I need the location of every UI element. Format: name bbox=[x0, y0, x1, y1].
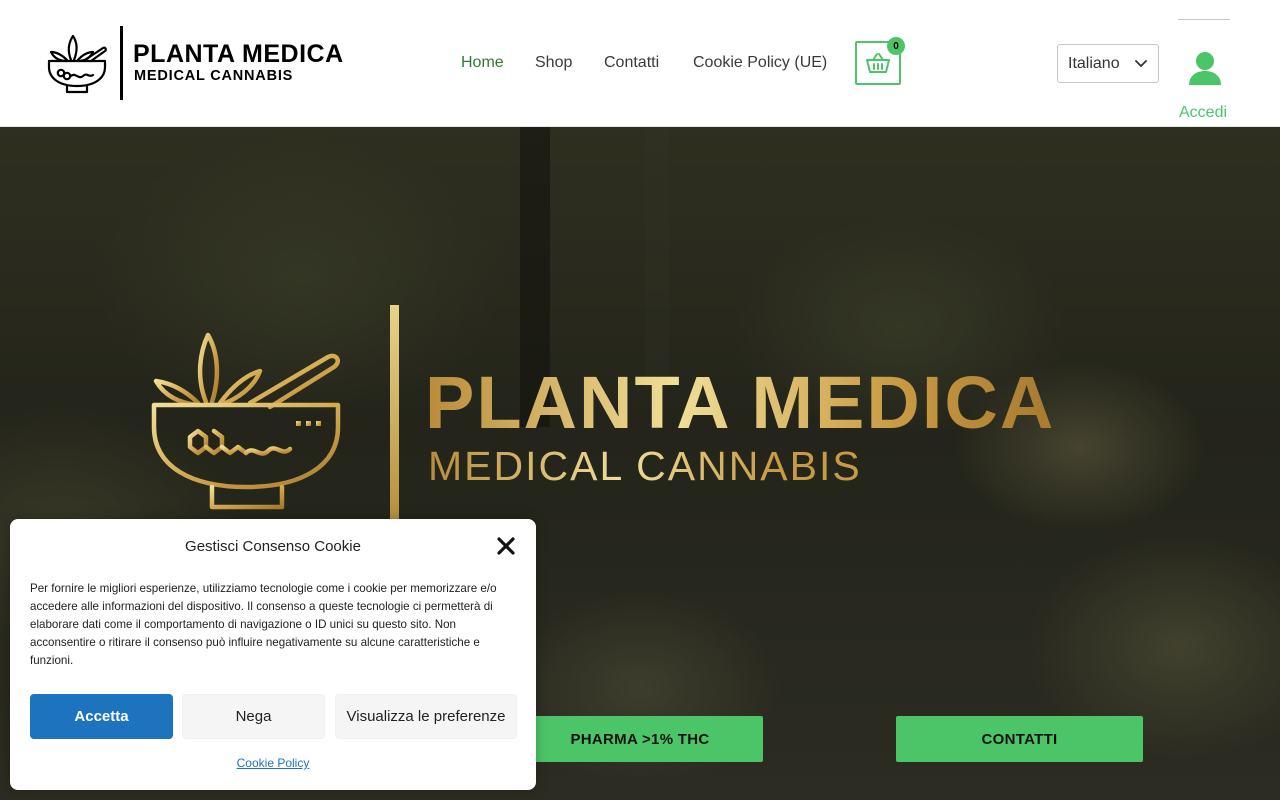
hero-logo-title: PLANTA MEDICA bbox=[425, 361, 1056, 444]
view-preferences-button[interactable]: Visualizza le preferenze bbox=[335, 694, 517, 739]
mortar-pestle-leaf-icon bbox=[151, 332, 341, 510]
nav-home[interactable]: Home bbox=[461, 54, 504, 72]
language-selected: Italiano bbox=[1068, 54, 1120, 72]
cart-button[interactable]: 0 bbox=[855, 37, 905, 85]
logo-divider bbox=[120, 26, 123, 100]
mortar-pestle-leaf-icon bbox=[47, 34, 107, 94]
nav-cookie-policy[interactable]: Cookie Policy (UE) bbox=[693, 54, 827, 72]
language-select[interactable]: Italiano bbox=[1057, 44, 1159, 83]
hero-logo: PLANTA MEDICA MEDICAL CANNABIS bbox=[150, 305, 1110, 535]
cookie-consent-dialog: Gestisci Consenso Cookie Per fornire le … bbox=[10, 519, 536, 790]
site-logo[interactable]: PLANTA MEDICA MEDICAL CANNABIS bbox=[45, 26, 345, 102]
nav-shop[interactable]: Shop bbox=[535, 54, 572, 72]
hero-logo-subtitle: MEDICAL CANNABIS bbox=[428, 443, 862, 489]
login-link[interactable]: Accedi bbox=[1179, 104, 1227, 122]
site-header: PLANTA MEDICA MEDICAL CANNABIS Home Shop… bbox=[0, 0, 1280, 127]
contatti-button[interactable]: CONTATTI bbox=[896, 716, 1143, 762]
logo-subtitle: MEDICAL CANNABIS bbox=[134, 68, 294, 84]
chevron-down-icon bbox=[1135, 60, 1147, 67]
account-divider bbox=[1178, 19, 1230, 20]
deny-button[interactable]: Nega bbox=[182, 694, 325, 739]
hero-logo-divider bbox=[390, 305, 399, 530]
cookie-policy-link[interactable]: Cookie Policy bbox=[10, 756, 536, 770]
close-icon[interactable] bbox=[497, 537, 515, 555]
cart-count-badge: 0 bbox=[887, 37, 905, 55]
nav-contatti[interactable]: Contatti bbox=[604, 54, 659, 72]
cookie-dialog-text: Per fornire le migliori esperienze, util… bbox=[30, 582, 497, 667]
basket-icon bbox=[866, 53, 890, 73]
cookie-dialog-title: Gestisci Consenso Cookie bbox=[185, 538, 361, 555]
pharma-button[interactable]: PHARMA >1% THC bbox=[517, 716, 763, 762]
accept-button[interactable]: Accetta bbox=[30, 694, 173, 739]
logo-title: PLANTA MEDICA bbox=[133, 40, 344, 68]
user-icon[interactable] bbox=[1187, 50, 1223, 86]
